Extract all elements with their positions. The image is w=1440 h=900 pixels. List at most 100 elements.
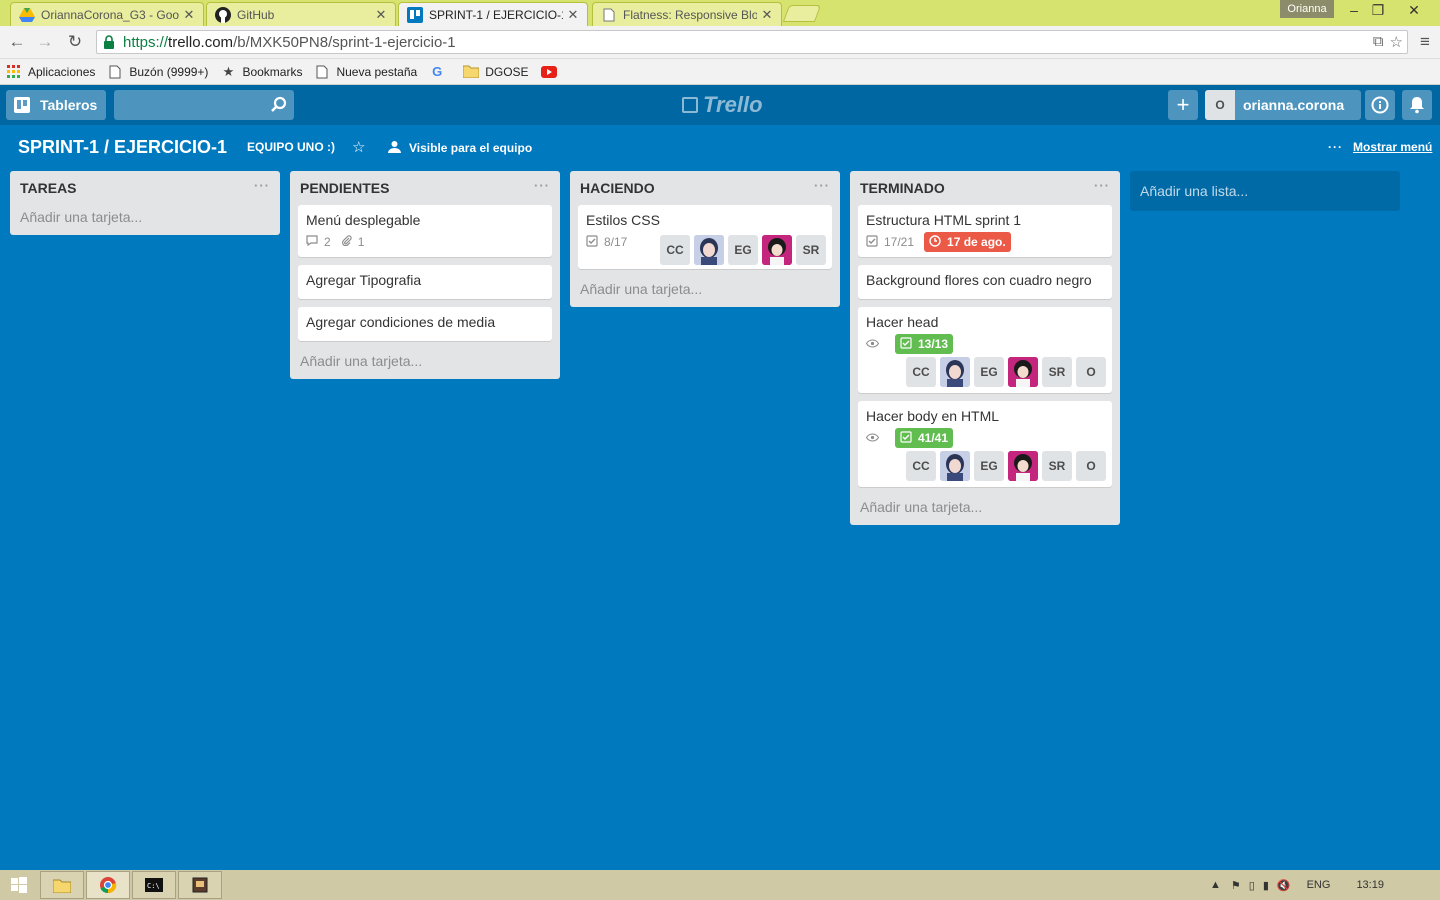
windows-start-icon[interactable] (0, 871, 38, 899)
list-name[interactable]: PENDIENTES (300, 180, 389, 196)
show-menu-button[interactable]: ··· Mostrar menú (1328, 140, 1432, 154)
browser-tab-flatness[interactable]: Flatness: Responsive Blog ✕ (592, 2, 782, 26)
member-avatar[interactable]: CC (906, 357, 936, 387)
browser-profile-badge[interactable]: Orianna (1280, 0, 1334, 18)
bookmark-buzon[interactable]: Buzón (9999+) (107, 64, 208, 80)
forward-icon[interactable]: → (34, 31, 56, 53)
chrome-menu-icon[interactable]: ≡ (1414, 31, 1436, 53)
trello-logo-icon (682, 97, 698, 113)
boards-button[interactable]: Tableros (6, 90, 106, 120)
clock[interactable]: 13:19 (1356, 879, 1384, 891)
card-hacer-head[interactable]: Hacer head 13/13 CC EG SR O (858, 307, 1112, 393)
list-menu-icon[interactable]: ··· (1094, 178, 1110, 193)
url-host: trello.com (168, 33, 234, 51)
close-window-icon[interactable]: ✕ (1398, 0, 1430, 20)
member-avatar-photo[interactable] (940, 451, 970, 481)
checklist-badge: 8/17 (586, 234, 627, 250)
file-explorer-icon[interactable] (40, 871, 84, 899)
card-background-flores[interactable]: Background flores con cuadro negro (858, 265, 1112, 299)
list-name[interactable]: HACIENDO (580, 180, 655, 196)
add-card-link[interactable]: Añadir una tarjeta... (18, 205, 272, 227)
reload-icon[interactable]: ↻ (64, 31, 86, 53)
board-title[interactable]: SPRINT-1 / EJERCICIO-1 (18, 137, 227, 158)
member-avatar-photo[interactable] (1008, 357, 1038, 387)
translate-icon[interactable]: ⧉ (1373, 33, 1384, 51)
member-avatar[interactable]: SR (1042, 357, 1072, 387)
list-name[interactable]: TAREAS (20, 180, 77, 196)
close-tab-icon[interactable]: ✕ (183, 7, 195, 23)
list-header[interactable]: HACIENDO ··· (578, 171, 832, 205)
language-indicator[interactable]: ENG (1307, 879, 1331, 891)
browser-tab-bar: OriannaCorona_G3 - Goo ✕ GitHub ✕ SPRINT… (0, 0, 1440, 27)
close-tab-icon[interactable]: ✕ (375, 7, 387, 23)
battery-icon[interactable]: ▯ (1249, 879, 1255, 892)
restore-icon[interactable]: ❐ (1362, 0, 1394, 20)
member-avatar[interactable]: EG (974, 451, 1004, 481)
command-prompt-icon[interactable]: C:\ (132, 871, 176, 899)
member-avatar[interactable]: CC (906, 451, 936, 481)
volume-muted-icon[interactable]: 🔇 (1277, 879, 1291, 892)
search-icon[interactable] (270, 96, 288, 114)
member-avatar[interactable]: SR (796, 235, 826, 265)
member-avatar-photo[interactable] (940, 357, 970, 387)
add-icon[interactable]: + (1168, 90, 1198, 120)
add-card-link[interactable]: Añadir una tarjeta... (298, 349, 552, 371)
card-estructura-html[interactable]: Estructura HTML sprint 1 17/21 17 de ago… (858, 205, 1112, 257)
watching-badge (865, 431, 885, 445)
bookmark-google[interactable]: G (429, 64, 451, 80)
card-hacer-body[interactable]: Hacer body en HTML 41/41 CC EG SR O (858, 401, 1112, 487)
list-header[interactable]: TERMINADO ··· (858, 171, 1112, 205)
close-tab-icon[interactable]: ✕ (761, 7, 773, 23)
star-board-icon[interactable]: ☆ (352, 138, 365, 156)
bookmark-apps[interactable]: Aplicaciones (6, 64, 95, 80)
new-tab-button[interactable] (782, 5, 822, 22)
signal-icon[interactable]: ▮ (1263, 879, 1269, 892)
flag-icon[interactable]: ⚑ (1231, 879, 1241, 892)
card-menu-desplegable[interactable]: Menú desplegable 2 1 (298, 205, 552, 257)
member-avatar[interactable]: EG (974, 357, 1004, 387)
bookmark-dgose[interactable]: DGOSE (463, 64, 529, 80)
member-avatar-photo[interactable] (1008, 451, 1038, 481)
member-avatar[interactable]: CC (660, 235, 690, 265)
list-menu-icon[interactable]: ··· (534, 178, 550, 193)
trello-logo[interactable]: Trello (682, 92, 763, 118)
notifications-bell-icon[interactable] (1402, 90, 1432, 120)
address-bar[interactable]: https://trello.com/b/MXK50PN8/sprint-1-e… (96, 30, 1408, 54)
card-agregar-tipografia[interactable]: Agregar Tipografia (298, 265, 552, 299)
bookmark-nueva-pestana[interactable]: Nueva pestaña (314, 64, 417, 80)
browser-tab-github[interactable]: GitHub ✕ (206, 2, 396, 26)
close-tab-icon[interactable]: ✕ (567, 7, 579, 23)
member-avatar[interactable]: O (1076, 451, 1106, 481)
bookmark-youtube[interactable] (540, 64, 563, 80)
list-header[interactable]: TAREAS ··· (18, 171, 272, 205)
member-avatar[interactable]: EG (728, 235, 758, 265)
board-visibility[interactable]: Visible para el equipo (388, 140, 532, 156)
member-avatar-photo[interactable] (762, 235, 792, 265)
member-avatar[interactable]: SR (1042, 451, 1072, 481)
bookmark-star-icon[interactable]: ☆ (1390, 33, 1403, 51)
show-hidden-icons[interactable]: ▲ (1210, 879, 1221, 891)
search-input[interactable] (114, 90, 294, 120)
add-card-link[interactable]: Añadir una tarjeta... (578, 277, 832, 299)
list-header[interactable]: PENDIENTES ··· (298, 171, 552, 205)
add-list-button[interactable]: Añadir una lista... (1130, 171, 1400, 211)
member-avatar-photo[interactable] (694, 235, 724, 265)
member-menu-button[interactable]: O orianna.corona (1205, 90, 1361, 120)
card-title: Hacer body en HTML (866, 408, 1000, 424)
info-icon[interactable] (1365, 90, 1395, 120)
list-menu-icon[interactable]: ··· (254, 178, 270, 193)
list-name[interactable]: TERMINADO (860, 180, 945, 196)
board-team[interactable]: EQUIPO UNO :) (247, 140, 335, 154)
card-agregar-condiciones[interactable]: Agregar condiciones de media (298, 307, 552, 341)
list-menu-icon[interactable]: ··· (814, 178, 830, 193)
back-icon[interactable]: ← (6, 31, 28, 53)
app-taskbar-icon[interactable] (178, 871, 222, 899)
bookmark-bookmarks[interactable]: ★ Bookmarks (220, 64, 303, 80)
chrome-taskbar-icon[interactable] (86, 871, 130, 899)
member-avatar[interactable]: O (1076, 357, 1106, 387)
due-date-badge[interactable]: 17 de ago. (924, 232, 1011, 252)
browser-tab-trello[interactable]: SPRINT-1 / EJERCICIO-1 | ✕ (398, 2, 588, 27)
browser-tab-drive[interactable]: OriannaCorona_G3 - Goo ✕ (10, 2, 204, 26)
card-estilos-css[interactable]: Estilos CSS 8/17 CC EG SR (578, 205, 832, 269)
add-card-link[interactable]: Añadir una tarjeta... (858, 495, 1112, 517)
